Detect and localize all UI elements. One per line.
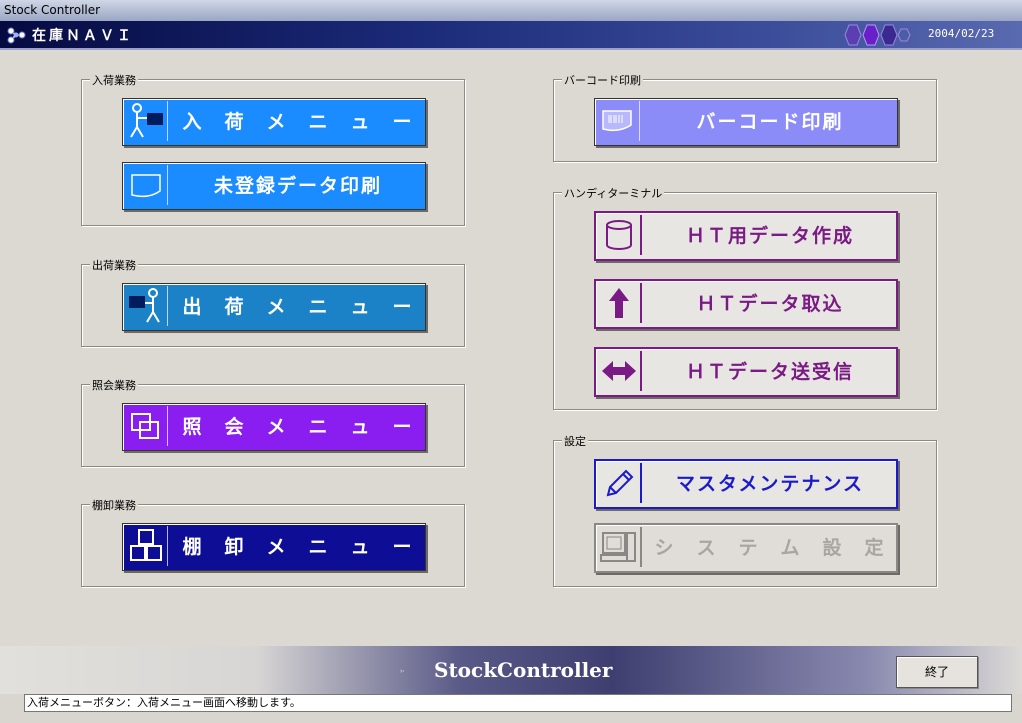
molecule-icon [7, 27, 26, 44]
group-legend: 照会業務 [90, 377, 138, 393]
barcode-icon [602, 101, 640, 141]
shipping-menu-button[interactable]: 出 荷 メ ニ ュ ー [122, 283, 426, 331]
button-label: 未登録データ印刷 [213, 175, 382, 197]
group-receiving: 入荷業務 入 荷 メ ニ ュ ー 未登録データ印刷 [81, 72, 465, 226]
group-legend: ハンディターミナル [562, 185, 665, 201]
ht-data-transfer-button[interactable]: ＨＴデータ送受信 [594, 347, 898, 397]
arrow-both-icon [602, 351, 642, 391]
inquiry-menu-button[interactable]: 照 会 メ ニ ュ ー [122, 403, 426, 451]
button-label: ＨＴデータ送受信 [685, 361, 854, 383]
person-receiving-icon [130, 101, 168, 141]
app-title: 在庫ＮＡＶＩ [32, 28, 134, 44]
arrow-up-icon [609, 283, 642, 323]
receiving-menu-button[interactable]: 入 荷 メ ニ ュ ー [122, 98, 426, 146]
group-inventory: 棚卸業務 棚 卸 メ ニ ュ ー [81, 497, 465, 587]
group-legend: 設定 [562, 433, 588, 449]
group-inquiry: 照会業務 照 会 メ ニ ュ ー [81, 377, 465, 467]
document-icon [131, 165, 168, 205]
hexagon-decoration-icon [844, 24, 911, 46]
button-label: ＨＴ用データ作成 [685, 225, 854, 247]
group-barcode: バーコード印刷 バーコード印刷 [553, 72, 937, 162]
button-label: バーコード印刷 [696, 111, 844, 133]
brand-molecule-icon [400, 669, 405, 673]
group-legend: 入荷業務 [90, 72, 138, 88]
brand-logo-text: StockController [434, 658, 613, 682]
button-label: 棚 卸 メ ニ ュ ー [182, 536, 414, 558]
button-label: マスタメンテナンス [675, 473, 865, 495]
status-bar: 入荷メニューボタン：入荷メニュー画面へ移動します。 [24, 694, 1012, 712]
boxes-icon [130, 526, 168, 566]
footer-banner: StockController [0, 646, 1022, 694]
group-legend: バーコード印刷 [562, 72, 643, 88]
group-shipping: 出荷業務 出 荷 メ ニ ュ ー [81, 257, 465, 347]
group-legend: 出荷業務 [90, 257, 138, 273]
system-settings-button[interactable]: シ ス テ ム 設 定 [594, 523, 898, 573]
pencil-icon [606, 463, 642, 503]
window-title: Stock Controller [4, 3, 101, 17]
person-shipping-icon [129, 286, 168, 326]
computer-icon [600, 527, 642, 567]
app-header: 在庫ＮＡＶＩ 2004/02/23 [0, 21, 1022, 50]
master-maintenance-button[interactable]: マスタメンテナンス [594, 459, 898, 509]
ht-data-import-button[interactable]: ＨＴデータ取込 [594, 279, 898, 329]
button-label: 照 会 メ ニ ュ ー [182, 416, 414, 438]
button-label: 出 荷 メ ニ ュ ー [182, 296, 414, 318]
window-titlebar: Stock Controller [0, 0, 1022, 21]
group-settings: 設定 マスタメンテナンス シ ス テ ム 設 定 [553, 433, 937, 587]
main-panel: 入荷業務 入 荷 メ ニ ュ ー 未登録データ印刷 出荷業務 出 荷 メ ニ ュ… [0, 50, 1022, 646]
inventory-menu-button[interactable]: 棚 卸 メ ニ ュ ー [122, 523, 426, 571]
database-icon [606, 215, 642, 255]
barcode-print-button[interactable]: バーコード印刷 [594, 98, 898, 146]
group-handy-terminal: ハンディターミナル ＨＴ用データ作成 ＨＴデータ取込 ＨＴデータ送受信 [553, 185, 937, 410]
button-label: 入 荷 メ ニ ュ ー [182, 111, 414, 133]
button-label: ＨＴデータ取込 [696, 293, 844, 315]
exit-button[interactable]: 終了 [896, 656, 978, 688]
button-label: シ ス テ ム 設 定 [654, 537, 886, 559]
header-date: 2004/02/23 [928, 27, 995, 40]
windows-icon [131, 406, 168, 446]
unregistered-data-print-button[interactable]: 未登録データ印刷 [122, 162, 426, 210]
group-legend: 棚卸業務 [90, 497, 138, 513]
ht-data-create-button[interactable]: ＨＴ用データ作成 [594, 211, 898, 261]
